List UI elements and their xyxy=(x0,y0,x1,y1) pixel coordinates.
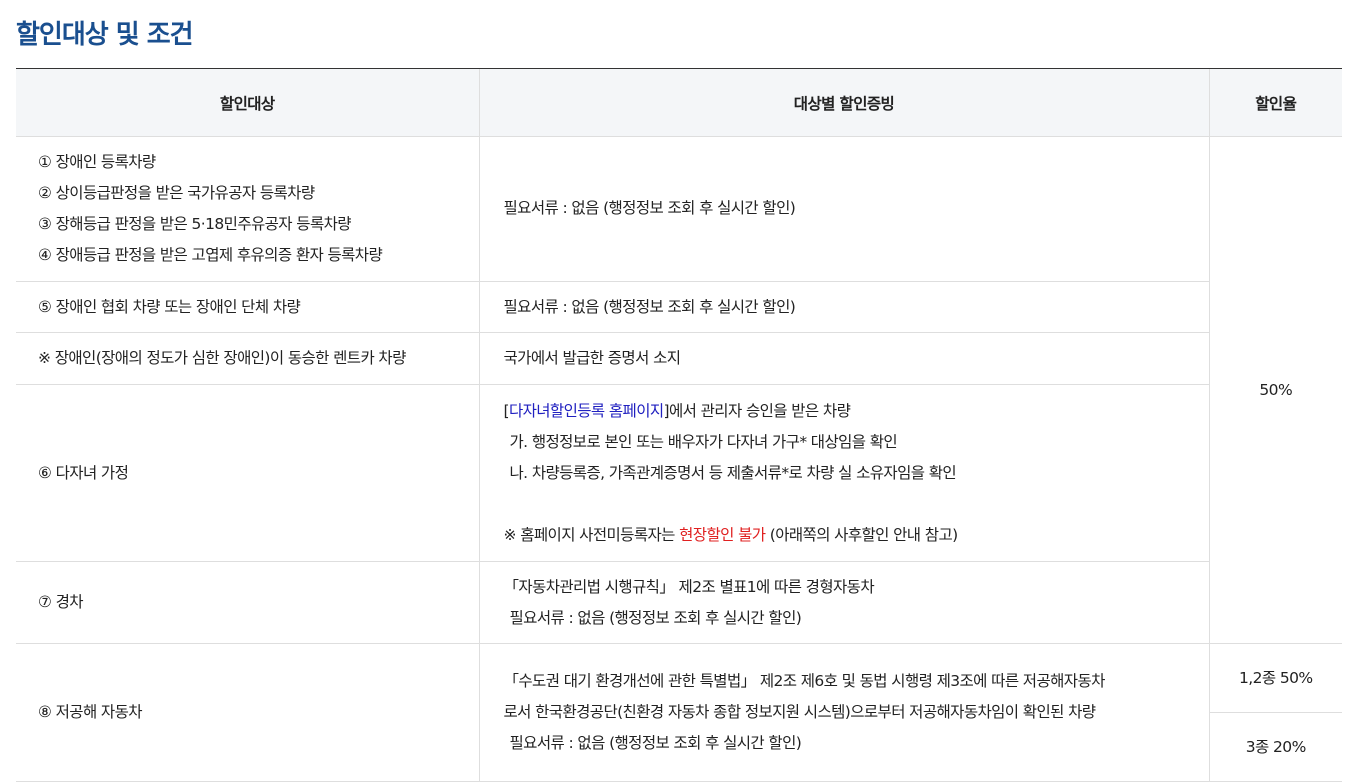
target-cell: ⑤ 장애인 협회 차량 또는 장애인 단체 차량 xyxy=(16,281,479,333)
proof-note: ※ 홈페이지 사전미등록자는 현장할인 불가 (아래쪽의 사후할인 안내 참고) xyxy=(503,525,959,544)
target-item: ④ 장애등급 판정을 받은 고엽제 후유의증 환자 등록차량 xyxy=(38,246,383,264)
proof-detail: 가. 행정정보로 본인 또는 배우자가 다자녀 가구* 대상임을 확인 xyxy=(509,432,898,451)
rate-cell: 1,2종 50% 3종 20% xyxy=(1208,643,1342,782)
target-item: ⑤ 장애인 협회 차량 또는 장애인 단체 차량 xyxy=(38,297,301,316)
proof-text: 로서 한국환경공단(친환경 자동차 종합 정보지원 시스템)으로부터 저공해자동… xyxy=(503,703,1097,721)
target-item: ⑥ 다자녀 가정 xyxy=(38,463,129,482)
rate-value: 50% xyxy=(1259,380,1293,399)
target-item: ① 장애인 등록차량 xyxy=(38,153,156,171)
target-item: ⑧ 저공해 자동차 xyxy=(38,703,143,721)
header-target: 할인대상 xyxy=(16,68,479,137)
proof-cell: 국가에서 발급한 증명서 소지 xyxy=(478,332,1209,385)
multi-child-homepage-link[interactable]: 다자녀할인등록 홈페이지 xyxy=(509,402,664,420)
table-header-row: 할인대상 대상별 할인증빙 할인율 xyxy=(16,68,1342,137)
proof-cell: 「자동차관리법 시행규칙」 제2조 별표1에 따른 경형자동차 필요서류 : 없… xyxy=(478,561,1209,644)
table-row: ※ 장애인(장애의 정도가 심한 장애인)이 동승한 렌트카 차량 국가에서 발… xyxy=(16,332,1342,385)
target-cell: ① 장애인 등록차량 ② 상이등급판정을 받은 국가유공자 등록차량 ③ 장해등… xyxy=(16,136,479,282)
target-item: ※ 장애인(장애의 정도가 심한 장애인)이 동승한 렌트카 차량 xyxy=(38,349,406,367)
target-cell: ⑧ 저공해 자동차 xyxy=(16,643,479,782)
header-rate: 할인율 xyxy=(1208,68,1342,137)
table-row: ① 장애인 등록차량 ② 상이등급판정을 받은 국가유공자 등록차량 ③ 장해등… xyxy=(16,136,1342,644)
rate-value-class3: 3종 20% xyxy=(1209,712,1342,781)
target-cell: ⑦ 경차 xyxy=(16,561,479,644)
proof-link-line: [다자녀할인등록 홈페이지]에서 관리자 승인을 받은 차량 xyxy=(503,401,851,420)
target-item: ③ 장해등급 판정을 받은 5·18민주유공자 등록차량 xyxy=(38,215,352,233)
rate-cell: 50% xyxy=(1208,136,1342,644)
table-row: ⑤ 장애인 협회 차량 또는 장애인 단체 차량 필요서류 : 없음 (행정정보… xyxy=(16,281,1342,333)
discount-table: 할인대상 대상별 할인증빙 할인율 ① 장애인 등록차량 ② 상이등급판정을 받… xyxy=(16,68,1342,782)
proof-text: 국가에서 발급한 증명서 소지 xyxy=(503,349,682,367)
target-item: ⑦ 경차 xyxy=(38,593,84,611)
proof-text: 필요서류 : 없음 (행정정보 조회 후 실시간 할인) xyxy=(503,199,796,217)
proof-cell: [다자녀할인등록 홈페이지]에서 관리자 승인을 받은 차량 가. 행정정보로 … xyxy=(478,384,1209,562)
header-proof: 대상별 할인증빙 xyxy=(478,68,1209,137)
proof-cell: 필요서류 : 없음 (행정정보 조회 후 실시간 할인) xyxy=(478,136,1209,282)
proof-text: 필요서류 : 없음 (행정정보 조회 후 실시간 할인) xyxy=(509,608,802,627)
rate-value-class12: 1,2종 50% xyxy=(1239,668,1313,687)
table-row: ⑥ 다자녀 가정 [다자녀할인등록 홈페이지]에서 관리자 승인을 받은 차량 … xyxy=(16,384,1342,562)
table-row: ⑦ 경차 「자동차관리법 시행규칙」 제2조 별표1에 따른 경형자동차 필요서… xyxy=(16,561,1342,644)
proof-text: 필요서류 : 없음 (행정정보 조회 후 실시간 할인) xyxy=(503,297,796,316)
proof-detail: 나. 차량등록증, 가족관계증명서 등 제출서류*로 차량 실 소유자임을 확인 xyxy=(509,463,957,482)
table-row: ⑧ 저공해 자동차 「수도권 대기 환경개선에 관한 특별법」 제2조 제6호 … xyxy=(16,643,1342,782)
target-cell: ⑥ 다자녀 가정 xyxy=(16,384,479,562)
proof-text: 필요서류 : 없음 (행정정보 조회 후 실시간 할인) xyxy=(509,734,802,752)
proof-cell: 「수도권 대기 환경개선에 관한 특별법」 제2조 제6호 및 동법 시행령 제… xyxy=(478,643,1209,782)
target-item: ② 상이등급판정을 받은 국가유공자 등록차량 xyxy=(38,184,315,202)
page-title: 할인대상 및 조건 xyxy=(16,20,194,50)
target-cell: ※ 장애인(장애의 정도가 심한 장애인)이 동승한 렌트카 차량 xyxy=(16,332,479,385)
proof-text: 「수도권 대기 환경개선에 관한 특별법」 제2조 제6호 및 동법 시행령 제… xyxy=(503,672,1106,690)
proof-cell: 필요서류 : 없음 (행정정보 조회 후 실시간 할인) xyxy=(478,281,1209,333)
proof-text: 「자동차관리법 시행규칙」 제2조 별표1에 따른 경형자동차 xyxy=(503,577,875,596)
warning-text: 현장할인 불가 xyxy=(679,525,766,544)
